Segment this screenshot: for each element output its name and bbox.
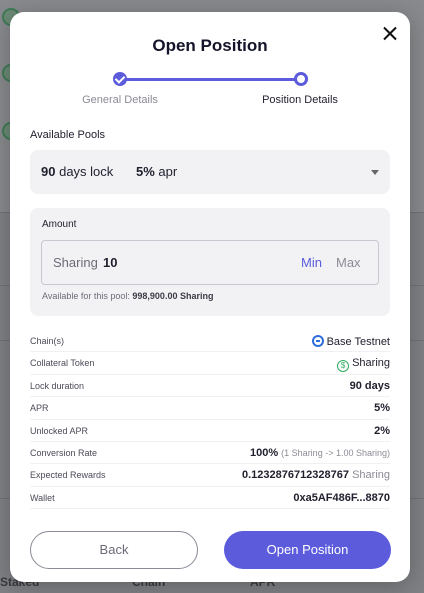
wallet-value: 0xa5AF486F...8870 — [293, 491, 390, 504]
max-button[interactable]: Max — [336, 255, 361, 270]
lock-value: 90 days — [349, 379, 390, 392]
conversion-value: 100% — [249, 446, 279, 459]
sharing-token-icon: $ — [337, 360, 350, 373]
available-balance: Available for this pool: 998,900.00 Shar… — [42, 291, 213, 301]
pool-lock-value: 90 — [41, 164, 56, 179]
available-prefix: Available for this pool: — [42, 291, 130, 301]
detail-row-conversion: Conversion Rate 100% (1 Sharing -> 1.00 … — [30, 442, 390, 465]
back-button[interactable]: Back — [30, 531, 198, 569]
collateral-value: Sharing — [352, 357, 390, 370]
modal-title: Open Position — [152, 36, 268, 55]
chain-value: Base Testnet — [326, 336, 390, 348]
collateral-label: Collateral Token — [30, 358, 95, 369]
detail-row-collateral: Collateral Token $ Sharing — [30, 352, 390, 375]
open-position-modal: Open Position General Details Position D… — [10, 12, 410, 582]
apr-label: APR — [30, 403, 49, 414]
pool-lock-text: days lock — [59, 164, 114, 179]
conversion-note: (1 Sharing -> 1.00 Sharing) — [281, 447, 390, 458]
lock-label: Lock duration — [30, 380, 85, 391]
unlocked-apr-label: Unlocked APR — [30, 425, 89, 436]
amount-unit: Sharing — [53, 255, 98, 270]
conversion-label: Conversion Rate — [30, 447, 98, 458]
available-value: 998,900.00 Sharing — [132, 291, 214, 301]
base-chain-icon — [311, 335, 324, 347]
amount-input[interactable]: Sharing 10 Min Max — [41, 240, 379, 285]
stepper-line — [124, 78, 300, 81]
open-position-button[interactable]: Open Position — [224, 531, 391, 569]
stepper: General Details Position Details — [10, 72, 410, 122]
pool-apr-text: apr — [158, 164, 178, 179]
chain-value-wrap: Base Testnet — [311, 335, 390, 348]
chevron-down-icon — [371, 170, 379, 175]
detail-row-rewards: Expected Rewards 0.1232876712328767 Shar… — [30, 464, 390, 487]
rewards-value-wrap: 0.1232876712328767 Sharing — [242, 469, 390, 481]
available-pools-label: Available Pools — [30, 129, 106, 141]
amount-value[interactable]: 10 — [103, 255, 117, 270]
pool-lock: 90 days lock — [41, 164, 113, 179]
detail-row-chain: Chain(s) Base Testnet — [30, 330, 390, 353]
step-position-details: Position Details — [262, 94, 338, 106]
detail-row-lock: Lock duration 90 days — [30, 375, 390, 398]
wallet-label: Wallet — [30, 492, 55, 503]
chain-label: Chain(s) — [30, 336, 65, 346]
min-button[interactable]: Min — [301, 255, 322, 270]
rewards-value: 0.1232876712328767 — [241, 469, 350, 482]
detail-row-wallet: Wallet 0xa5AF486F...8870 — [30, 487, 390, 510]
pool-apr-value: 5% — [136, 164, 155, 179]
collateral-value-wrap: $ Sharing — [337, 357, 390, 373]
pool-select[interactable]: 90 days lock 5% apr — [30, 150, 390, 194]
detail-row-unlocked-apr: Unlocked APR 2% — [30, 420, 390, 442]
conversion-value-wrap: 100% (1 Sharing -> 1.00 Sharing) — [250, 447, 390, 459]
detail-row-apr: APR 5% — [30, 397, 390, 420]
rewards-label: Expected Rewards — [30, 470, 106, 481]
check-icon — [113, 72, 127, 86]
amount-section: Amount Sharing 10 Min Max Available for … — [30, 208, 390, 316]
rewards-unit: Sharing — [352, 469, 390, 482]
amount-label: Amount — [42, 219, 77, 230]
step-general-details: General Details — [82, 94, 158, 106]
step-current-dot — [294, 72, 308, 86]
unlocked-apr-value: 2% — [374, 424, 390, 437]
apr-value: 5% — [374, 402, 390, 415]
pool-apr: 5% apr — [136, 164, 177, 179]
position-details: Chain(s) Base Testnet Collateral Token $… — [30, 330, 390, 510]
